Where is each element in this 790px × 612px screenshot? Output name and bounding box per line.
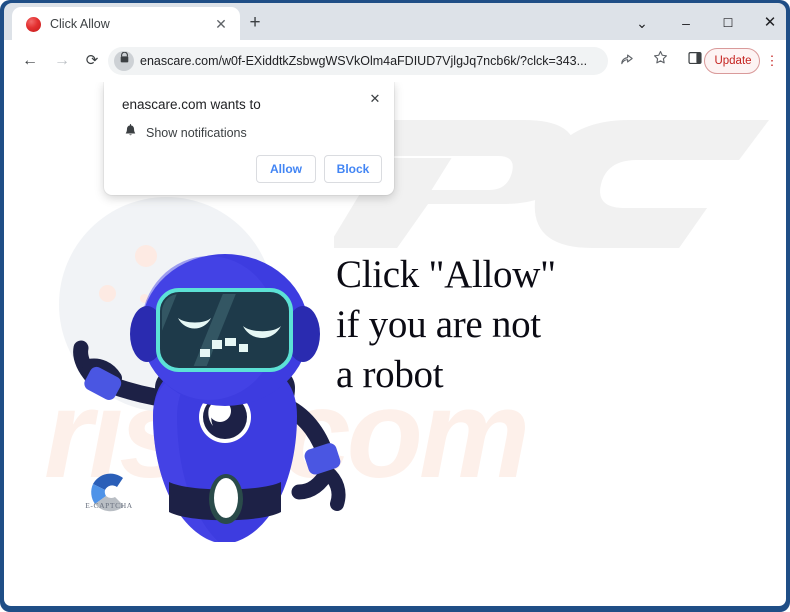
address-bar[interactable]: enascare.com/w0f-EXiddtkZsbwgWSVkOlm4aFD… (108, 47, 608, 75)
forward-icon[interactable]: → (50, 49, 74, 73)
tab-close-icon[interactable]: ✕ (212, 15, 230, 33)
update-button-label: Update (714, 55, 752, 67)
browser-window: Click Allow ✕ + ⌄ – ☐ ✕ ← → ⟳ enascare.c… (0, 0, 790, 612)
chevron-down-icon[interactable]: ⌄ (628, 11, 656, 35)
update-button[interactable]: Update (704, 48, 760, 74)
share-icon[interactable] (615, 50, 637, 72)
allow-button[interactable]: Allow (256, 155, 316, 183)
browser-menu-icon[interactable]: ⋮ (764, 49, 780, 73)
permission-option-label: Show notifications (146, 126, 247, 140)
ecaptcha-logo-icon (79, 462, 139, 522)
back-icon[interactable]: ← (18, 49, 42, 73)
page-viewport: risk.com (4, 82, 786, 606)
tab-favicon-icon (26, 17, 41, 32)
side-panel-icon[interactable] (684, 50, 706, 72)
new-tab-button[interactable]: + (244, 12, 266, 34)
ecaptcha-label: E-CAPTCHA (85, 501, 133, 510)
minimize-icon[interactable]: – (672, 11, 700, 35)
block-button[interactable]: Block (324, 155, 382, 183)
close-window-icon[interactable]: ✕ (756, 11, 784, 35)
bell-icon (122, 124, 138, 142)
notification-permission-dialog: enascare.com wants to ✕ Show notificatio… (104, 82, 394, 195)
tab-strip: Click Allow ✕ + ⌄ – ☐ ✕ (4, 3, 786, 40)
maximize-icon[interactable]: ☐ (714, 11, 742, 35)
page-headline: Click "Allow" if you are not a robot (336, 250, 736, 400)
headline-line-2: if you are not (336, 303, 541, 346)
tab-title: Click Allow (50, 17, 110, 31)
bookmark-star-icon[interactable] (649, 50, 671, 72)
close-icon[interactable]: ✕ (365, 89, 385, 109)
lock-icon (114, 51, 134, 71)
permission-dialog-title: enascare.com wants to (122, 97, 261, 112)
reload-icon[interactable]: ⟳ (80, 49, 104, 73)
browser-toolbar: ← → ⟳ enascare.com/w0f-EXiddtkZsbwgWSVkO… (4, 40, 786, 82)
browser-tab[interactable]: Click Allow ✕ (12, 7, 240, 40)
url-text: enascare.com/w0f-EXiddtkZsbwgWSVkOlm4aFD… (140, 54, 588, 68)
headline-line-3: a robot (336, 353, 444, 396)
headline-line-1: Click "Allow" (336, 253, 556, 296)
